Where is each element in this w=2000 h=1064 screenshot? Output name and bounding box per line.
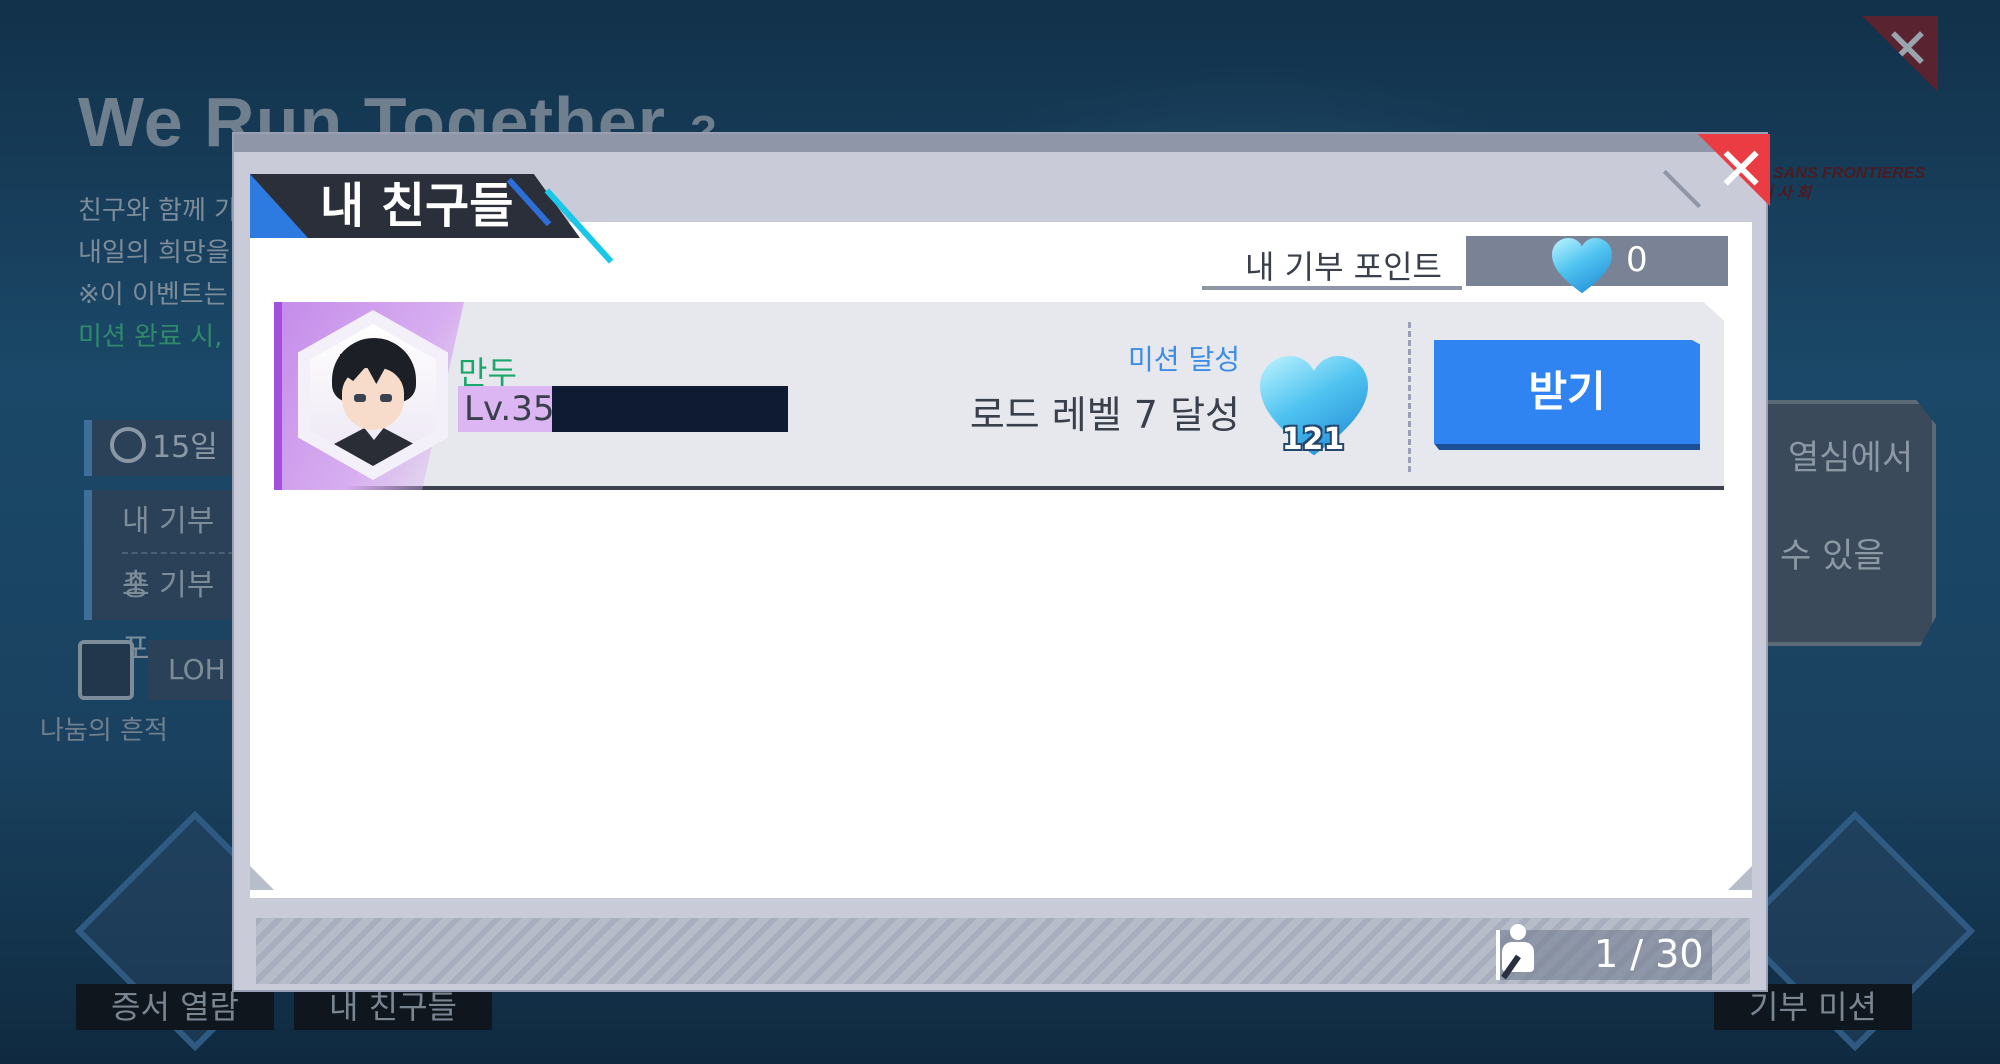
mission-description: 로드 레벨 7 달성 <box>969 393 1240 437</box>
page-close-button: ✕ <box>1862 16 1938 92</box>
avatar-eye <box>354 394 366 402</box>
friends-modal: 내 친구들 ✕ 내 기부 포인트 0 만두 Lv.35 미션 달성 로드 레벨 … <box>232 132 1770 992</box>
my-points-label: 내 기부 포 <box>122 490 244 603</box>
info-panel: 열심에서 수 있을 <box>1740 400 1936 646</box>
mission-status: 미션 달성 <box>1128 343 1240 376</box>
close-button[interactable]: ✕ <box>1686 134 1770 218</box>
modal-top-bar <box>234 134 1766 152</box>
claim-button[interactable]: 받기 <box>1434 340 1700 450</box>
row-divider <box>1408 322 1411 472</box>
loh-label: LOH <box>148 640 238 700</box>
info-text: 열심에서 <box>1788 438 1914 478</box>
modal-title: 내 친구들 <box>320 178 514 234</box>
avatar-eye <box>380 394 392 402</box>
person-pen-icon <box>1498 924 1536 986</box>
redacted-area <box>552 386 788 432</box>
close-icon: ✕ <box>1884 17 1931 82</box>
desc-highlight: 미션 완료 시, <box>78 322 223 352</box>
clock-icon <box>110 427 146 463</box>
reward-count: 121 <box>1281 422 1345 457</box>
close-icon: ✕ <box>1716 135 1767 205</box>
friend-count: 1 / 30 <box>1594 932 1704 976</box>
trace-label: 나눔의 흔적 <box>40 716 168 746</box>
desc-line: 내일의 희망을 <box>78 238 230 268</box>
total-points-label: 총 기부 포 <box>122 568 215 667</box>
person-head <box>1510 924 1526 940</box>
partner-line: 의 사 회 <box>1758 185 1812 202</box>
event-timer: 15일 3 <box>84 420 244 521</box>
book-icon <box>78 640 134 700</box>
points-summary: 내 기부 포 총 기부 포 <box>84 490 244 667</box>
partner-logo: S SANS FRONTIERES 의 사 회 <box>1758 164 1925 204</box>
donation-points-label-box: 내 기부 포인트 <box>1202 238 1462 290</box>
friend-level: Lv.35 <box>458 386 559 432</box>
claim-button-label: 받기 <box>1528 367 1606 416</box>
info-text: 수 있을 <box>1780 536 1885 576</box>
desc-line: 친구와 함께 가 <box>78 196 239 226</box>
friend-row-bar <box>274 302 282 490</box>
donation-points-value: 0 <box>1626 240 1648 280</box>
partner-line: S SANS FRONTIERES <box>1758 165 1926 182</box>
donation-points-label: 내 기부 포인트 <box>1245 248 1442 286</box>
event-description: 친구와 함께 가 내일의 희망을 ※이 이벤트는 미션 완료 시, <box>78 190 238 358</box>
desc-line: ※이 이벤트는 <box>78 280 228 310</box>
